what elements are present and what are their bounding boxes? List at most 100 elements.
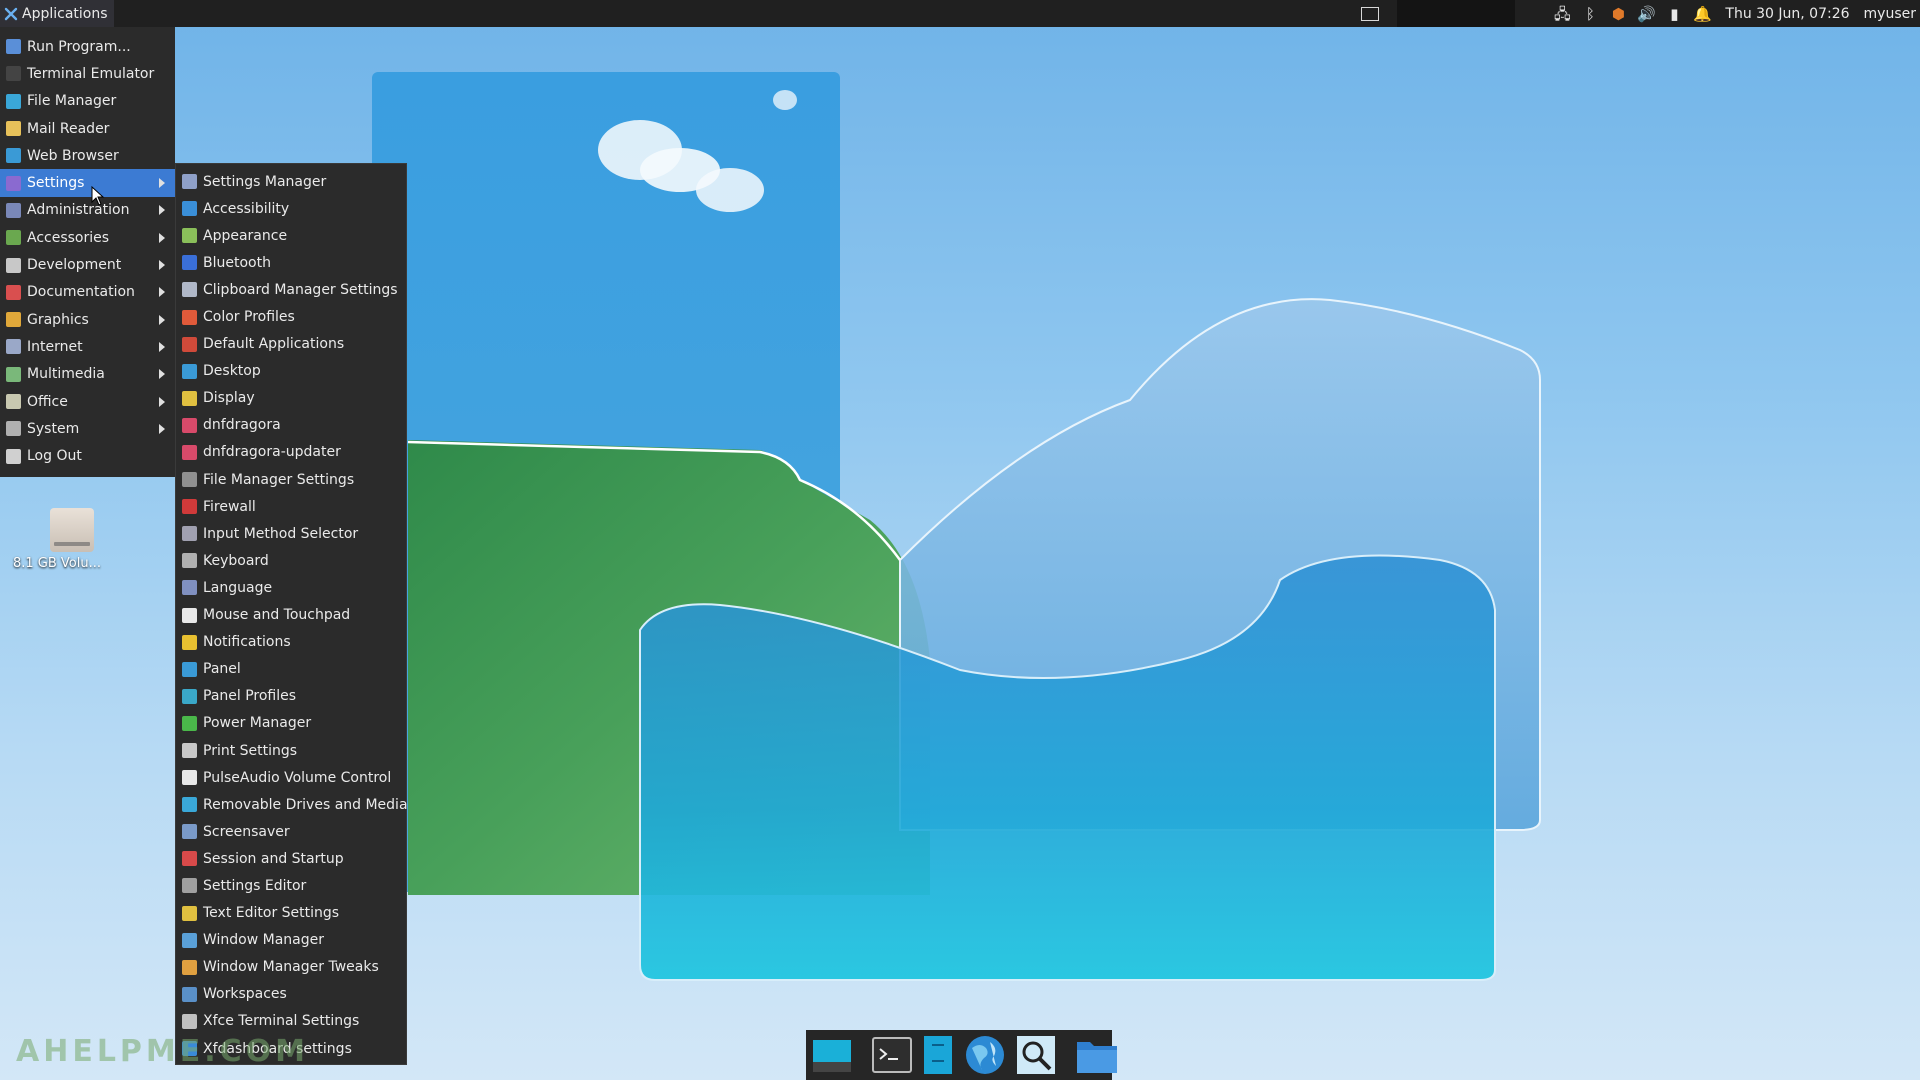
settings-item-label: Desktop (203, 363, 261, 380)
terminal-icon[interactable] (872, 1033, 912, 1077)
settings-item-label: Keyboard (203, 552, 269, 569)
settings-item-text-editor-settings[interactable]: Text Editor Settings (176, 900, 406, 927)
settings-item-print-settings[interactable]: Print Settings (176, 737, 406, 764)
menu-item-accessories[interactable]: Accessories (0, 224, 175, 251)
applications-menu-button[interactable]: Applications (0, 0, 114, 27)
bluetooth-icon[interactable]: ᛒ (1581, 5, 1599, 23)
settings-item-color-profiles[interactable]: Color Profiles (176, 303, 406, 330)
settings-item-firewall[interactable]: Firewall (176, 493, 406, 520)
settings-item-window-manager[interactable]: Window Manager (176, 927, 406, 954)
settings-editor-icon (182, 878, 197, 894)
menu-item-multimedia[interactable]: Multimedia (0, 361, 175, 388)
network-icon[interactable]: 🖧 (1553, 5, 1571, 23)
settings-item-settings-manager[interactable]: Settings Manager (176, 168, 406, 195)
settings-item-clipboard-manager-settings[interactable]: Clipboard Manager Settings (176, 276, 406, 303)
settings-item-workspaces[interactable]: Workspaces (176, 981, 406, 1008)
settings-item-label: File Manager Settings (203, 471, 355, 488)
settings-item-panel-profiles[interactable]: Panel Profiles (176, 683, 406, 710)
settings-item-file-manager-settings[interactable]: File Manager Settings (176, 466, 406, 493)
settings-item-power-manager[interactable]: Power Manager (176, 710, 406, 737)
bluetooth-icon (182, 255, 197, 271)
text-editor-icon (182, 905, 197, 921)
dock (806, 1030, 1117, 1080)
multimedia-icon (6, 366, 21, 382)
settings-item-label: Notifications (203, 634, 291, 651)
settings-item-dnfdragora-updater[interactable]: dnfdragora-updater (176, 439, 406, 466)
settings-item-dnfdragora[interactable]: dnfdragora (176, 412, 406, 439)
settings-item-display[interactable]: Display (176, 385, 406, 412)
settings-item-panel[interactable]: Panel (176, 656, 406, 683)
file-manager-icon[interactable] (922, 1033, 954, 1077)
menu-item-system[interactable]: System (0, 415, 175, 442)
settings-item-screensaver[interactable]: Screensaver (176, 818, 406, 845)
shield-update-icon[interactable]: ⬢ (1609, 5, 1627, 23)
accessories-icon (6, 230, 21, 246)
menu-item-log-out[interactable]: Log Out (0, 442, 175, 469)
menu-item-administration[interactable]: Administration (0, 197, 175, 224)
menu-item-documentation[interactable]: Documentation (0, 279, 175, 306)
settings-item-xfce-terminal-settings[interactable]: Xfce Terminal Settings (176, 1008, 406, 1035)
menu-item-graphics[interactable]: Graphics (0, 306, 175, 333)
menu-item-label: Office (27, 393, 68, 410)
submenu-arrow-icon (159, 232, 165, 243)
settings-item-bluetooth[interactable]: Bluetooth (176, 249, 406, 276)
battery-icon[interactable]: ▮ (1665, 5, 1683, 23)
settings-item-session-and-startup[interactable]: Session and Startup (176, 845, 406, 872)
settings-item-pulseaudio-volume-control[interactable]: PulseAudio Volume Control (176, 764, 406, 791)
settings-item-language[interactable]: Language (176, 574, 406, 601)
settings-item-desktop[interactable]: Desktop (176, 358, 406, 385)
settings-item-removable-drives-and-media[interactable]: Removable Drives and Media (176, 791, 408, 818)
graphics-icon (6, 312, 21, 328)
notification-bell-icon[interactable]: 🔔 (1693, 5, 1712, 23)
clock[interactable]: Thu 30 Jun, 07:26 (1725, 6, 1849, 22)
menu-item-label: Settings (27, 175, 85, 192)
menu-item-terminal-emulator[interactable]: Terminal Emulator (0, 60, 175, 87)
settings-icon (6, 175, 21, 191)
menu-item-label: File Manager (27, 93, 117, 110)
menu-item-run-program[interactable]: Run Program... (0, 33, 175, 60)
menu-item-label: Development (27, 257, 122, 274)
desktop-drive-icon[interactable]: 8.1 GB Volu... (13, 508, 120, 571)
firewall-icon (182, 499, 197, 515)
settings-item-label: Screensaver (203, 823, 290, 840)
menu-item-label: Web Browser (27, 147, 119, 164)
app-finder-icon[interactable] (1016, 1033, 1056, 1077)
settings-item-label: Mouse and Touchpad (203, 607, 351, 624)
menu-item-file-manager[interactable]: File Manager (0, 88, 175, 115)
settings-item-settings-editor[interactable]: Settings Editor (176, 872, 406, 899)
window-manager-icon (182, 932, 197, 948)
menu-item-mail-reader[interactable]: Mail Reader (0, 115, 175, 142)
volume-icon[interactable]: 🔊 (1637, 5, 1656, 23)
settings-item-label: Accessibility (203, 200, 290, 217)
settings-item-window-manager-tweaks[interactable]: Window Manager Tweaks (176, 954, 406, 981)
menu-item-web-browser[interactable]: Web Browser (0, 142, 175, 169)
settings-item-accessibility[interactable]: Accessibility (176, 195, 406, 222)
menu-item-development[interactable]: Development (0, 251, 175, 278)
settings-item-label: Language (203, 579, 273, 596)
submenu-arrow-icon (159, 260, 165, 271)
menu-item-label: Administration (27, 202, 130, 219)
submenu-arrow-icon (159, 423, 165, 434)
settings-item-keyboard[interactable]: Keyboard (176, 547, 406, 574)
office-icon (6, 394, 21, 409)
settings-item-label: Settings Manager (203, 173, 327, 190)
show-desktop-icon[interactable] (812, 1033, 852, 1077)
settings-item-mouse-and-touchpad[interactable]: Mouse and Touchpad (176, 602, 406, 629)
window-buttons-area[interactable] (1397, 0, 1516, 27)
window-button-icon[interactable] (1361, 6, 1380, 21)
session-icon (182, 851, 197, 867)
settings-item-label: Power Manager (203, 715, 312, 732)
clipboard-icon (182, 282, 197, 298)
folder-icon[interactable] (1076, 1033, 1118, 1077)
menu-item-office[interactable]: Office (0, 388, 175, 415)
settings-item-appearance[interactable]: Appearance (176, 222, 406, 249)
menu-item-internet[interactable]: Internet (0, 333, 175, 360)
menu-item-settings[interactable]: Settings (0, 169, 175, 197)
settings-item-default-applications[interactable]: Default Applications (176, 331, 406, 358)
settings-item-input-method-selector[interactable]: Input Method Selector (176, 520, 406, 547)
power-manager-icon (182, 715, 197, 731)
settings-item-notifications[interactable]: Notifications (176, 629, 406, 656)
web-browser-icon[interactable] (964, 1033, 1006, 1077)
xfce-logo-icon (4, 7, 18, 20)
user-menu[interactable]: myuser (1864, 6, 1916, 22)
